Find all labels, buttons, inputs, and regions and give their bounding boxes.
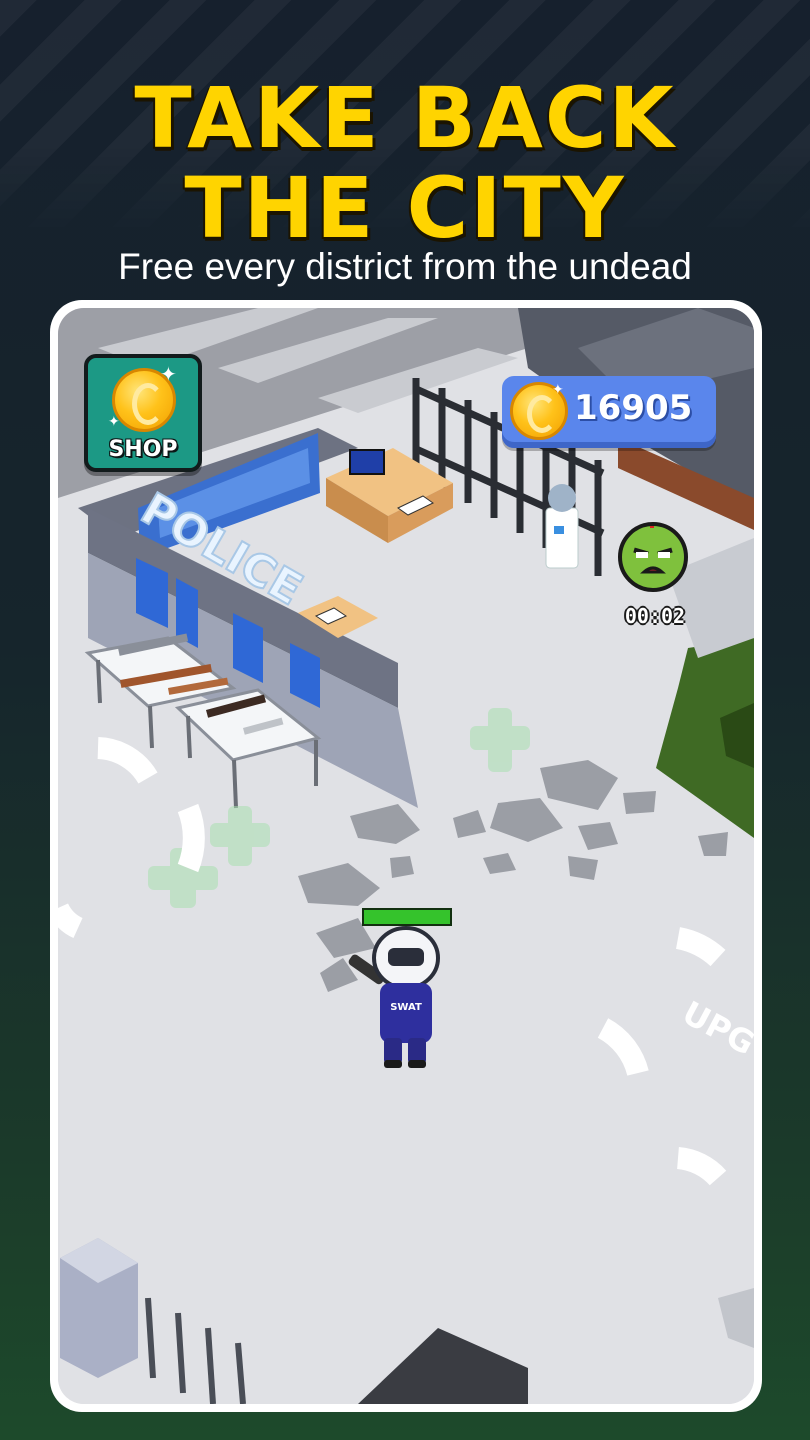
shop-button[interactable]: ✦ ✦ SHOP <box>84 354 202 472</box>
headline-line-2: THE CITY <box>184 159 626 257</box>
player-health-fill <box>364 910 450 924</box>
shop-label: SHOP <box>108 437 178 462</box>
water-cooler <box>545 507 579 569</box>
coin-count: 16905 <box>574 388 693 428</box>
player-boot <box>384 1060 402 1068</box>
coin-counter: ✦ 16905 <box>502 376 716 448</box>
player-visor <box>388 948 424 966</box>
game-scene: POLICE UPG SWAT <box>58 308 754 1404</box>
player-vest <box>380 983 432 1043</box>
computer-monitor <box>349 449 385 475</box>
zombie-face-drawing <box>633 526 673 574</box>
zombie-timer: 00:02 <box>624 604 686 628</box>
zombie-face-icon <box>618 522 688 592</box>
subtitle: Free every district from the undead <box>118 246 692 287</box>
sparkle-icon: ✦ <box>160 362 177 386</box>
game-viewport[interactable]: POLICE UPG SWAT ✦ ✦ SHOP ✦ 16905 00:02 <box>58 308 754 1404</box>
player-health-bar <box>362 908 452 926</box>
sparkle-icon: ✦ <box>108 414 120 430</box>
headline-line-1: TAKE BACK <box>134 69 676 167</box>
player-vest-text: SWAT <box>390 1002 422 1013</box>
water-bottle <box>548 484 576 512</box>
sparkle-icon: ✦ <box>552 382 564 398</box>
water-tap <box>554 526 564 534</box>
player-boot <box>408 1060 426 1068</box>
